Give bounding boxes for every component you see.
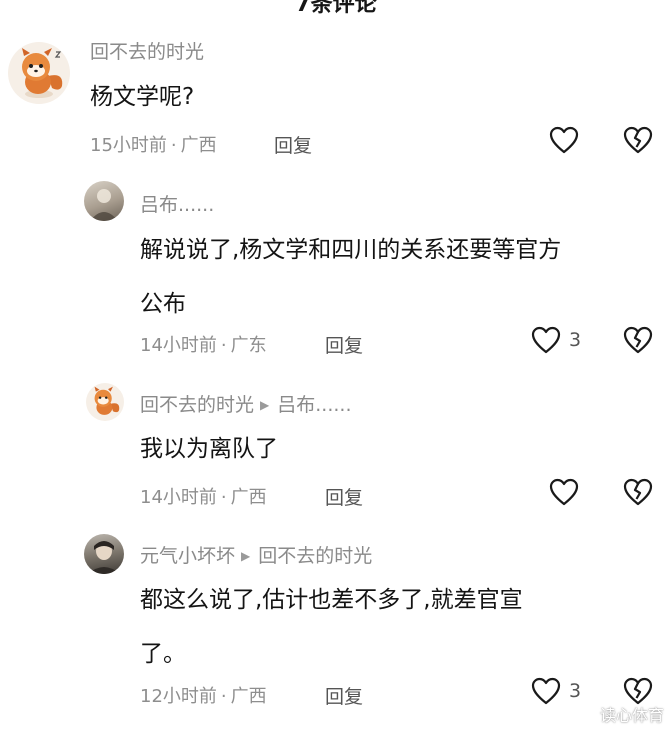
comment-text: 杨文学呢? bbox=[90, 70, 194, 124]
comment-text: 我以为离队了 bbox=[140, 422, 278, 476]
like-button[interactable] bbox=[549, 126, 579, 154]
reply-button[interactable]: 回复 bbox=[325, 331, 363, 358]
comment-line: 我以为离队了 bbox=[140, 436, 278, 462]
comments-count-title: 7条评论 bbox=[295, 0, 377, 17]
like-count: 3 bbox=[569, 329, 582, 351]
heart-icon bbox=[549, 126, 579, 154]
comment-region: 广西 bbox=[180, 135, 217, 156]
comment-line: 都这么说了,估计也差不多了,就差官宣 bbox=[140, 587, 523, 613]
photo-avatar-icon bbox=[88, 541, 120, 574]
separator-dot: · bbox=[170, 135, 177, 156]
comment-line: 杨文学呢? bbox=[90, 84, 195, 110]
author-name[interactable]: 吕布...... bbox=[140, 194, 214, 216]
avatar[interactable] bbox=[86, 383, 124, 421]
heart-icon bbox=[549, 478, 579, 506]
weibo-icon bbox=[576, 707, 595, 723]
red-panda-avatar-icon bbox=[94, 386, 120, 415]
comment-time: 15小时前 bbox=[90, 135, 167, 156]
watermark-text: 读心体育 bbox=[599, 706, 664, 725]
red-panda-avatar-icon bbox=[22, 48, 63, 98]
dislike-button[interactable] bbox=[623, 677, 653, 705]
comment-meta: 12小时前 · 广西 bbox=[140, 682, 267, 708]
watermark: 读心体育 bbox=[576, 702, 664, 726]
comment-text: 解说说了,杨文学和四川的关系还要等官方 公布 bbox=[140, 223, 561, 331]
author-name[interactable]: 回不去的时光 bbox=[90, 41, 204, 63]
dislike-button[interactable] bbox=[623, 326, 653, 354]
comment-line: 解说说了,杨文学和四川的关系还要等官方 bbox=[140, 237, 562, 263]
reply-arrow-icon: ▶ bbox=[241, 549, 251, 563]
like-button[interactable]: 3 bbox=[531, 326, 581, 354]
avatar[interactable] bbox=[84, 534, 124, 574]
comment-author[interactable]: 元气小坏坏 ▶ 回不去的时光 bbox=[140, 541, 372, 568]
comment-author[interactable]: 吕布...... bbox=[140, 190, 214, 217]
author-name[interactable]: 回不去的时光 bbox=[140, 394, 254, 416]
comment-text: 都这么说了,估计也差不多了,就差官宣 了。 bbox=[140, 573, 523, 681]
comment-region: 广西 bbox=[230, 487, 267, 508]
like-button[interactable]: 3 bbox=[531, 677, 581, 705]
author-name[interactable]: 元气小坏坏 bbox=[140, 545, 235, 567]
comment-time: 14小时前 bbox=[140, 487, 217, 508]
comment-time: 14小时前 bbox=[140, 335, 217, 356]
separator-dot: · bbox=[220, 686, 227, 707]
broken-heart-icon bbox=[623, 478, 653, 506]
comment-region: 广西 bbox=[230, 686, 267, 707]
photo-avatar-icon bbox=[90, 189, 118, 221]
like-button[interactable] bbox=[549, 478, 579, 506]
avatar[interactable] bbox=[8, 42, 70, 104]
broken-heart-icon bbox=[623, 326, 653, 354]
comment-time: 12小时前 bbox=[140, 686, 217, 707]
comment-region: 广东 bbox=[230, 335, 267, 356]
reply-button[interactable]: 回复 bbox=[325, 682, 363, 709]
reply-button[interactable]: 回复 bbox=[274, 131, 312, 158]
comment-author[interactable]: 回不去的时光 bbox=[90, 37, 204, 64]
heart-icon bbox=[531, 326, 561, 354]
reply-arrow-icon: ▶ bbox=[260, 398, 270, 412]
dislike-button[interactable] bbox=[623, 126, 653, 154]
reply-button[interactable]: 回复 bbox=[325, 483, 363, 510]
comment-line: 公布 bbox=[140, 291, 186, 317]
comment-line: 了。 bbox=[140, 641, 186, 667]
like-count: 3 bbox=[569, 680, 582, 702]
reply-to-name[interactable]: 吕布...... bbox=[277, 394, 351, 416]
separator-dot: · bbox=[220, 487, 227, 508]
comment-author[interactable]: 回不去的时光 ▶ 吕布...... bbox=[140, 390, 352, 417]
reply-to-name[interactable]: 回不去的时光 bbox=[258, 545, 372, 567]
avatar[interactable] bbox=[84, 181, 124, 221]
broken-heart-icon bbox=[623, 126, 653, 154]
comment-meta: 14小时前 · 广东 bbox=[140, 331, 267, 357]
dislike-button[interactable] bbox=[623, 478, 653, 506]
comment-meta: 15小时前 · 广西 bbox=[90, 131, 217, 157]
separator-dot: · bbox=[220, 335, 227, 356]
broken-heart-icon bbox=[623, 677, 653, 705]
comment-meta: 14小时前 · 广西 bbox=[140, 483, 267, 509]
heart-icon bbox=[531, 677, 561, 705]
